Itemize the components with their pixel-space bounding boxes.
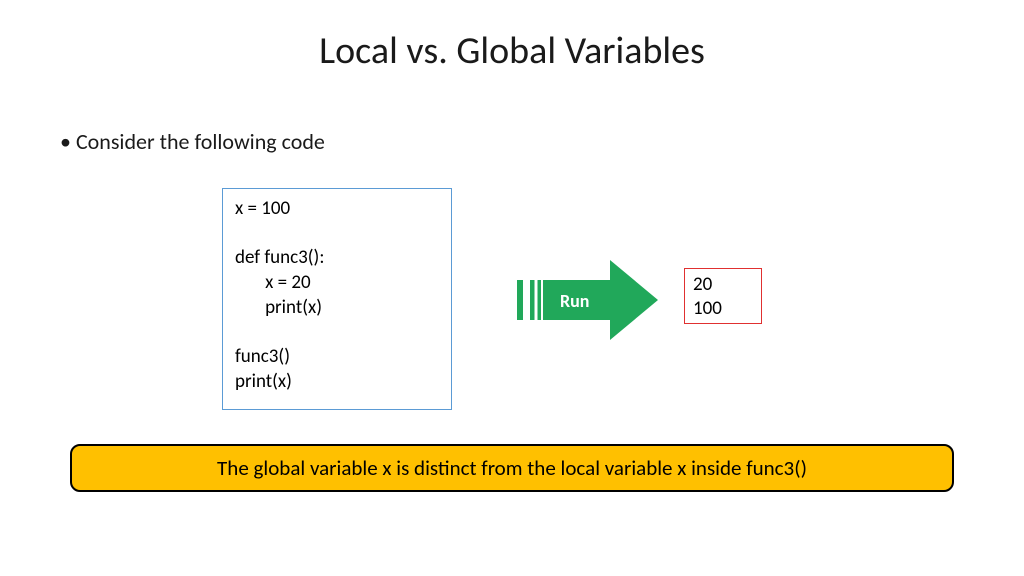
run-arrow: Run — [510, 258, 660, 343]
run-label: Run — [560, 290, 589, 312]
callout-banner: The global variable x is distinct from t… — [70, 444, 954, 492]
code-box: x = 100 def func3(): x = 20 print(x) fun… — [222, 188, 452, 410]
slide-title: Local vs. Global Variables — [0, 0, 1024, 74]
bullet-consider: Consider the following code — [78, 128, 325, 155]
output-box: 20 100 — [684, 268, 762, 324]
callout-text: The global variable x is distinct from t… — [217, 455, 807, 481]
